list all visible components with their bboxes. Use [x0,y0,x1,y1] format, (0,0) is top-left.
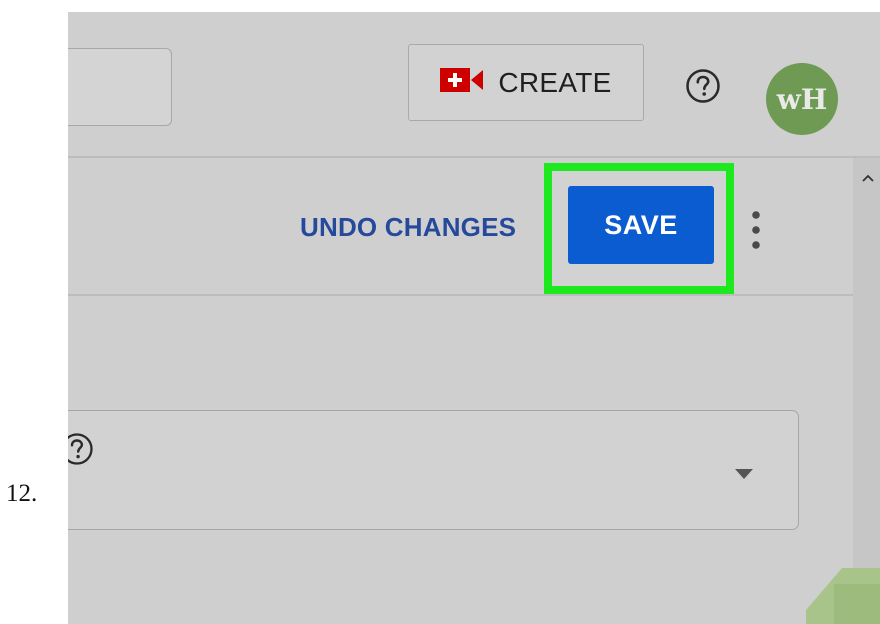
action-bar-divider [68,294,853,296]
undo-changes-button[interactable]: UNDO CHANGES [300,212,516,243]
save-button[interactable]: SAVE [568,186,714,264]
scrollbar[interactable] [853,158,880,624]
avatar[interactable]: wH [766,63,838,135]
help-icon[interactable] [68,432,94,471]
caret-down-icon[interactable] [735,466,753,484]
dropdown-field[interactable] [68,410,799,530]
help-icon[interactable] [685,68,721,109]
step-number: 12. [6,480,38,507]
video-add-icon [440,67,484,98]
decorative-shape [806,568,880,624]
avatar-initials: wH [776,82,828,116]
screenshot-frame: CREATE wH UNDO CHANGES SAVE [68,12,880,624]
more-vertical-icon[interactable] [751,211,761,254]
create-label: CREATE [498,66,612,98]
search-input[interactable] [68,48,172,126]
scroll-up-icon[interactable] [862,170,874,188]
create-button[interactable]: CREATE [408,44,644,121]
top-app-bar: CREATE wH [68,12,880,157]
action-bar: UNDO CHANGES SAVE [68,158,853,294]
